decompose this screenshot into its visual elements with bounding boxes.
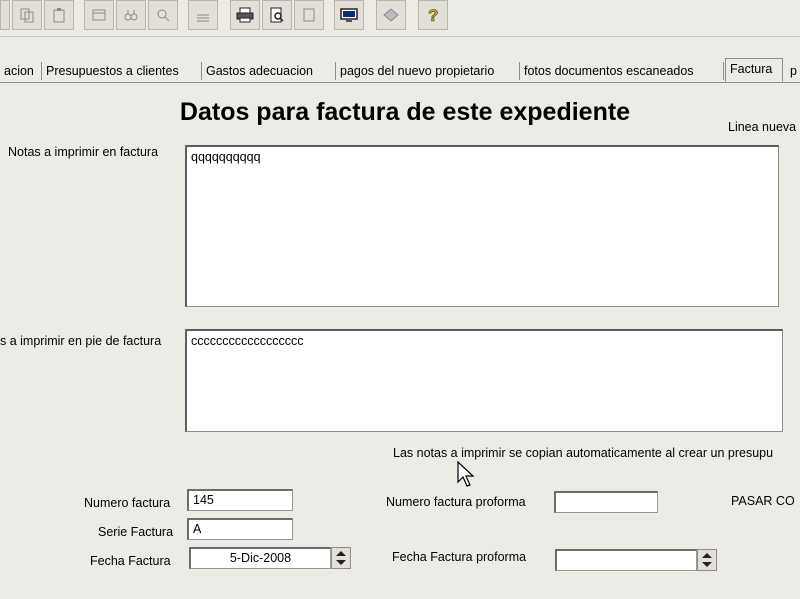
printer-icon[interactable] bbox=[230, 0, 260, 30]
binoculars-icon[interactable] bbox=[116, 0, 146, 30]
tab-factura[interactable]: Factura bbox=[725, 58, 783, 82]
fecha-proforma-label: Fecha Factura proforma bbox=[392, 550, 527, 564]
footer-notes-textarea[interactable]: cccccccccccccccccc bbox=[185, 329, 783, 432]
toolbar: ? bbox=[0, 0, 800, 37]
window-icon[interactable] bbox=[84, 0, 114, 30]
print-preview-icon[interactable] bbox=[262, 0, 292, 30]
numero-factura-label: Numero factura bbox=[84, 496, 171, 510]
notes-label: Notas a imprimir en factura bbox=[8, 145, 159, 159]
tab-label: Gastos adecuacion bbox=[206, 64, 314, 78]
serie-factura-field[interactable]: A bbox=[187, 518, 293, 540]
tab-pagos[interactable]: pagos del nuevo propietario bbox=[336, 62, 520, 80]
footer-notes-label: s a imprimir en pie de factura bbox=[0, 334, 162, 348]
tab-label: Presupuestos a clientes bbox=[46, 64, 179, 78]
serie-factura-label: Serie Factura bbox=[98, 525, 174, 539]
mouse-cursor-icon bbox=[457, 460, 475, 487]
tab-label: p bbox=[790, 64, 797, 78]
tab-presupuestos[interactable]: Presupuestos a clientes bbox=[42, 62, 202, 80]
tab-label: pagos del nuevo propietario bbox=[340, 64, 495, 78]
tab-ubicacion[interactable]: acion bbox=[0, 62, 42, 80]
numero-proforma-label: Numero factura proforma bbox=[386, 495, 526, 509]
pasar-label: PASAR CO bbox=[731, 494, 795, 508]
tab-label: Factura bbox=[730, 62, 773, 76]
spinner-up-icon[interactable] bbox=[336, 551, 346, 556]
help-icon[interactable]: ? bbox=[418, 0, 448, 30]
copy-icon[interactable] bbox=[12, 0, 42, 30]
spinner-down-icon[interactable] bbox=[702, 562, 712, 567]
linea-nueva-label: Linea nueva bbox=[728, 120, 797, 134]
fecha-factura-label: Fecha Factura bbox=[90, 554, 171, 568]
tab-gastos[interactable]: Gastos adecuacion bbox=[202, 62, 336, 80]
spinner-down-icon[interactable] bbox=[336, 560, 346, 565]
document-icon[interactable] bbox=[188, 0, 218, 30]
blank-page-icon[interactable] bbox=[294, 0, 324, 30]
notes-textarea[interactable]: qqqqqqqqqq bbox=[185, 145, 779, 307]
tab-label: acion bbox=[4, 64, 34, 78]
numero-proforma-field[interactable] bbox=[554, 491, 658, 513]
svg-text:?: ? bbox=[428, 6, 438, 24]
spinner-up-icon[interactable] bbox=[702, 553, 712, 558]
search-icon[interactable] bbox=[148, 0, 178, 30]
monitor-icon[interactable] bbox=[334, 0, 364, 30]
fecha-factura-spinner[interactable] bbox=[331, 547, 351, 569]
fecha-factura-field[interactable]: 5-Dic-2008 bbox=[189, 547, 331, 569]
copy-icon[interactable] bbox=[0, 0, 10, 30]
page-title: Datos para factura de este expediente bbox=[179, 98, 631, 126]
tab-fotos[interactable]: fotos documentos escaneados bbox=[520, 62, 724, 80]
tab-bar: acion Presupuestos a clientes Gastos ade… bbox=[0, 56, 800, 83]
paste-icon[interactable] bbox=[44, 0, 74, 30]
fecha-proforma-field[interactable] bbox=[555, 549, 697, 571]
tab-label: fotos documentos escaneados bbox=[524, 64, 694, 78]
info-text: Las notas a imprimir se copian automatic… bbox=[393, 446, 774, 460]
fecha-proforma-spinner[interactable] bbox=[697, 549, 717, 571]
eraser-icon[interactable] bbox=[376, 0, 406, 30]
numero-factura-field[interactable]: 145 bbox=[187, 489, 293, 511]
tab-more[interactable]: p bbox=[786, 62, 800, 80]
